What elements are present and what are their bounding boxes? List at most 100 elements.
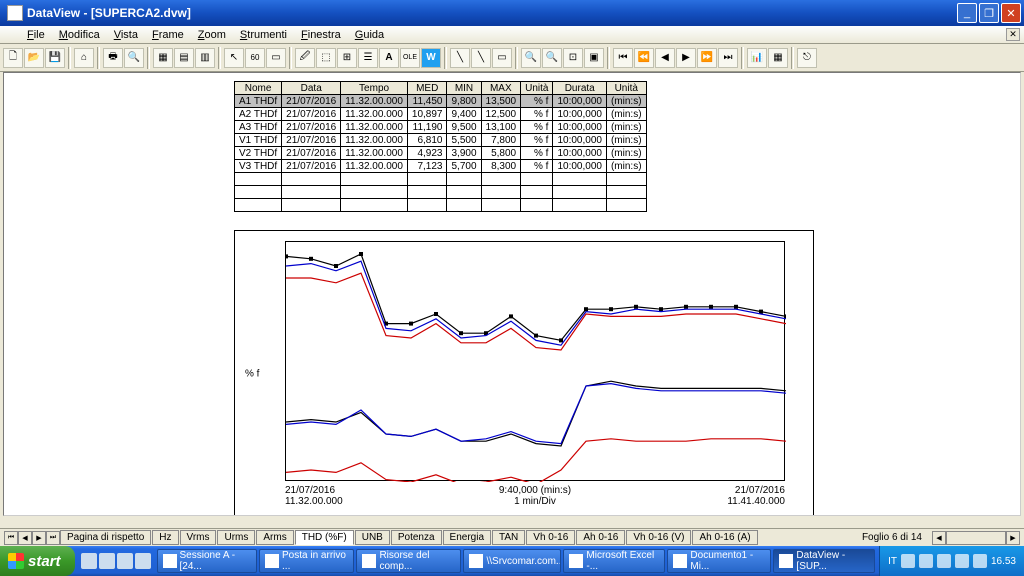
taskbar-item[interactable]: Documento1 - Mi... (667, 549, 771, 573)
print-icon[interactable]: 🖶 (103, 48, 123, 68)
clock[interactable]: 16.53 (991, 556, 1016, 567)
chart-plot-area[interactable]: 4567891011121314 (285, 241, 785, 481)
menu-strumenti[interactable]: Strumenti (233, 28, 294, 42)
menu-modifica[interactable]: Modifica (52, 28, 107, 42)
tray-usb-icon[interactable] (955, 554, 969, 568)
menu-frame[interactable]: Frame (145, 28, 191, 42)
sheet-tab[interactable]: UNB (355, 530, 390, 545)
line1-icon[interactable]: ╲ (450, 48, 470, 68)
menu-file[interactable]: File (20, 28, 52, 42)
open-file-icon[interactable]: 📂 (24, 48, 44, 68)
quick-desktop-icon[interactable] (135, 553, 151, 569)
table-header: Nome (235, 82, 282, 95)
zoom-reset-icon[interactable]: ⊡ (563, 48, 583, 68)
table-row[interactable]: A2 THDf21/07/201611.32.00.00010,8979,400… (235, 108, 647, 121)
table-row[interactable]: A3 THDf21/07/201611.32.00.00011,1909,500… (235, 121, 647, 134)
hscroll-right-icon[interactable]: ▶ (1006, 531, 1020, 545)
word-icon[interactable]: W (421, 48, 441, 68)
table-row[interactable]: V1 THDf21/07/201611.32.00.0006,8105,5007… (235, 134, 647, 147)
zoom60-icon[interactable]: 60 (245, 48, 265, 68)
quick-firefox-icon[interactable] (99, 553, 115, 569)
last-icon[interactable]: ⏭ (718, 48, 738, 68)
sheet-tab[interactable]: Urms (217, 530, 255, 545)
grid3-icon[interactable]: ▥ (195, 48, 215, 68)
sheet-tab[interactable]: Energia (443, 530, 491, 545)
next-icon[interactable]: ▶ (676, 48, 696, 68)
hscroll-track[interactable] (946, 531, 1006, 545)
ole-icon[interactable]: OLE (400, 48, 420, 68)
new-file-icon[interactable]: 🗋 (3, 48, 23, 68)
tray-antivirus-icon[interactable] (919, 554, 933, 568)
tray-misc-icon[interactable] (973, 554, 987, 568)
sheet-tab[interactable]: THD (%F) (295, 530, 354, 545)
table-row-empty (235, 173, 647, 186)
menu-finestra[interactable]: Finestra (294, 28, 348, 42)
line2-icon[interactable]: ╲ (471, 48, 491, 68)
pointer-icon[interactable]: ↖ (224, 48, 244, 68)
task-app-icon (362, 554, 376, 568)
maximize-button[interactable]: ❐ (979, 3, 999, 23)
exit-icon[interactable]: ⎋ (797, 48, 817, 68)
taskbar-item[interactable]: Microsoft Excel -... (563, 549, 665, 573)
table-icon[interactable]: ▦ (768, 48, 788, 68)
next2-icon[interactable]: ⏩ (697, 48, 717, 68)
chart-icon[interactable]: 📊 (747, 48, 767, 68)
close-button[interactable]: ✕ (1001, 3, 1021, 23)
hscroll-left-icon[interactable]: ◀ (932, 531, 946, 545)
menu-vista[interactable]: Vista (107, 28, 145, 42)
zoom-in-icon[interactable]: 🔍 (521, 48, 541, 68)
home-icon[interactable]: ⌂ (74, 48, 94, 68)
grid1-icon[interactable]: ▦ (153, 48, 173, 68)
rect-icon[interactable]: ▭ (492, 48, 512, 68)
lang-indicator[interactable]: IT (888, 556, 897, 567)
table-row[interactable]: V2 THDf21/07/201611.32.00.0004,9233,9005… (235, 147, 647, 160)
grid2-icon[interactable]: ▤ (174, 48, 194, 68)
table-row[interactable]: V3 THDf21/07/201611.32.00.0007,1235,7008… (235, 160, 647, 173)
sheet-tab[interactable]: Ah 0-16 (576, 530, 625, 545)
menu-zoom[interactable]: Zoom (191, 28, 233, 42)
menu-guida[interactable]: Guida (348, 28, 391, 42)
taskbar-item[interactable]: Sessione A - [24... (157, 549, 258, 573)
prev-icon[interactable]: ◀ (655, 48, 675, 68)
taskbar-item[interactable]: DataView - [SUP... (773, 549, 875, 573)
sheet-tab[interactable]: Vh 0-16 (V) (626, 530, 691, 545)
system-tray: IT 16.53 (879, 546, 1024, 576)
text-A-icon[interactable]: A (379, 48, 399, 68)
sheet-tab[interactable]: Potenza (391, 530, 442, 545)
taskbar-item[interactable]: \\Srvcomar.com... (463, 549, 561, 573)
list-icon[interactable]: ☰ (358, 48, 378, 68)
tab-last-icon[interactable]: ⏭ (46, 531, 60, 545)
tray-volume-icon[interactable] (901, 554, 915, 568)
sheet-tab[interactable]: Ah 0-16 (A) (692, 530, 757, 545)
save-file-icon[interactable]: 💾 (45, 48, 65, 68)
sheet-tab[interactable]: Vrms (180, 530, 217, 545)
quick-ie-icon[interactable] (81, 553, 97, 569)
close-document-button[interactable]: ✕ (1006, 28, 1020, 41)
select-top-icon[interactable]: ⬚ (316, 48, 336, 68)
table-row[interactable]: A1 THDf21/07/201611.32.00.00011,4509,800… (235, 95, 647, 108)
start-button[interactable]: start (0, 546, 75, 576)
first-icon[interactable]: ⏮ (613, 48, 633, 68)
sheet-tab[interactable]: Arms (256, 530, 293, 545)
tab-left-label[interactable]: Pagina di rispetto (60, 530, 151, 545)
sheet-tab[interactable]: Vh 0-16 (526, 530, 575, 545)
tool-a-icon[interactable]: 🖉 (295, 48, 315, 68)
toolbar: 🗋 📂 💾 ⌂ 🖶 🔍 ▦ ▤ ▥ ↖ 60 ▭ 🖉 ⬚ ⊞ ☰ A OLE W… (0, 44, 1024, 72)
sheet-tab[interactable]: TAN (492, 530, 525, 545)
taskbar-item[interactable]: Risorse del comp... (356, 549, 461, 573)
tray-network-icon[interactable] (937, 554, 951, 568)
select-bot-icon[interactable]: ⊞ (337, 48, 357, 68)
tab-prev-icon[interactable]: ◀ (18, 531, 32, 545)
zoom-out-icon[interactable]: 🔍 (542, 48, 562, 68)
quick-chrome-icon[interactable] (117, 553, 133, 569)
tab-first-icon[interactable]: ⏮ (4, 531, 18, 545)
taskbar-item[interactable]: Posta in arrivo ... (259, 549, 354, 573)
tab-next-icon[interactable]: ▶ (32, 531, 46, 545)
minimize-button[interactable]: _ (957, 3, 977, 23)
page-indicator: Foglio 6 di 14 (862, 532, 932, 543)
frame-icon[interactable]: ▭ (266, 48, 286, 68)
sheet-tab[interactable]: Hz (152, 530, 178, 545)
prev2-icon[interactable]: ⏪ (634, 48, 654, 68)
preview-icon[interactable]: 🔍 (124, 48, 144, 68)
zoom-fit-icon[interactable]: ▣ (584, 48, 604, 68)
